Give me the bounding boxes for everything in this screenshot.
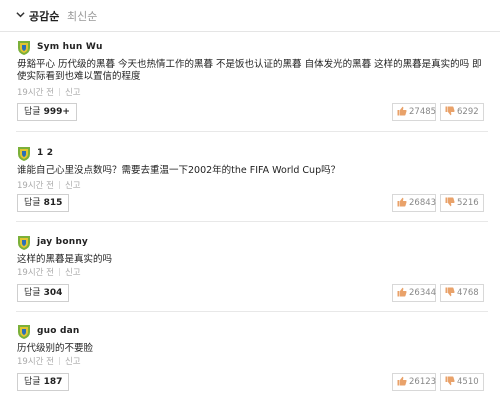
dislike-button[interactable]: 4510 (440, 373, 484, 391)
like-button[interactable]: 26843 (392, 194, 436, 212)
reply-button[interactable]: 답글 304 (17, 284, 70, 302)
comment-time: 19시간 전 (17, 88, 54, 98)
reply-button[interactable]: 답글 187 (17, 373, 70, 391)
thumbs-up-icon (397, 287, 407, 297)
meta-divider (58, 268, 60, 276)
comment-username[interactable]: guo dan (37, 326, 80, 336)
sort-active-label: 공감순 (29, 10, 60, 23)
reply-button[interactable]: 답글 815 (17, 194, 70, 212)
like-count: 26843 (409, 198, 437, 208)
shield-avatar-icon (18, 325, 30, 339)
dislike-button[interactable]: 6292 (440, 103, 484, 121)
shield-avatar-icon (18, 41, 30, 55)
sort-by-latest-tab[interactable]: 최신순 (67, 8, 97, 24)
comment-divider (16, 131, 488, 132)
comment-time: 19시간 전 (17, 268, 54, 278)
reply-count: 304 (43, 288, 63, 298)
report-link[interactable]: 신고 (65, 268, 81, 278)
dislike-button[interactable]: 4768 (440, 284, 484, 302)
sort-by-likes-tab[interactable]: 공감순 (16, 8, 59, 24)
reply-count: 815 (43, 198, 63, 208)
comment-text: 毋豁平心 历代级的黑暮 今天也热情工作的黑暮 不是饭也认证的黑暮 自体发光的黑暮… (17, 59, 482, 82)
report-link[interactable]: 신고 (65, 181, 81, 191)
thumbs-up-icon (397, 106, 407, 116)
reply-label: 답글 (24, 377, 41, 387)
report-link[interactable]: 신고 (65, 88, 81, 98)
like-count: 27485 (409, 107, 437, 117)
thumbs-down-icon (445, 106, 455, 116)
shield-avatar-icon (18, 147, 30, 161)
thumbs-down-icon (445, 376, 455, 386)
like-button[interactable]: 27485 (392, 103, 436, 121)
comment-text: 谁能自己心里没点数吗？需要去重温一下2002年的the FIFA World C… (17, 165, 341, 176)
comment-text: 这样的黑暮是真实的吗 (17, 254, 113, 265)
comment-meta: 19시간 전 신고 (17, 86, 81, 98)
sort-bar: 공감순 최신순 (0, 0, 500, 32)
like-count: 26123 (409, 377, 437, 387)
reply-label: 답글 (24, 288, 41, 298)
thumbs-up-icon (397, 197, 407, 207)
dislike-button[interactable]: 5216 (440, 194, 484, 212)
comment-meta: 19시간 전 신고 (17, 179, 81, 191)
comment-time: 19시간 전 (17, 357, 54, 367)
meta-divider (58, 88, 60, 96)
chevron-down-icon (16, 12, 25, 18)
dislike-count: 5216 (457, 198, 479, 208)
thumbs-down-icon (445, 287, 455, 297)
reply-count: 999+ (43, 107, 70, 117)
dislike-count: 6292 (457, 107, 479, 117)
meta-divider (58, 181, 60, 189)
report-link[interactable]: 신고 (65, 357, 81, 367)
dislike-count: 4510 (457, 377, 479, 387)
comment-time: 19시간 전 (17, 181, 54, 191)
thumbs-up-icon (397, 376, 407, 386)
comment-meta: 19시간 전 신고 (17, 355, 81, 367)
dislike-count: 4768 (457, 288, 479, 298)
comment-divider (16, 221, 488, 222)
reply-button[interactable]: 답글 999+ (17, 103, 77, 121)
like-count: 26344 (409, 288, 437, 298)
comment-username[interactable]: jay bonny (37, 237, 88, 247)
meta-divider (58, 357, 60, 365)
reply-label: 답글 (24, 107, 41, 117)
comment-username[interactable]: 1 2 (37, 148, 53, 158)
comment-text: 历代级别的不要脸 (17, 343, 94, 354)
comment-username[interactable]: Sym hun Wu (37, 42, 103, 52)
reply-label: 답글 (24, 198, 41, 208)
like-button[interactable]: 26344 (392, 284, 436, 302)
thumbs-down-icon (445, 197, 455, 207)
comment-divider (16, 311, 488, 312)
comment-meta: 19시간 전 신고 (17, 266, 81, 278)
reply-count: 187 (43, 377, 63, 387)
shield-avatar-icon (18, 236, 30, 250)
like-button[interactable]: 26123 (392, 373, 436, 391)
